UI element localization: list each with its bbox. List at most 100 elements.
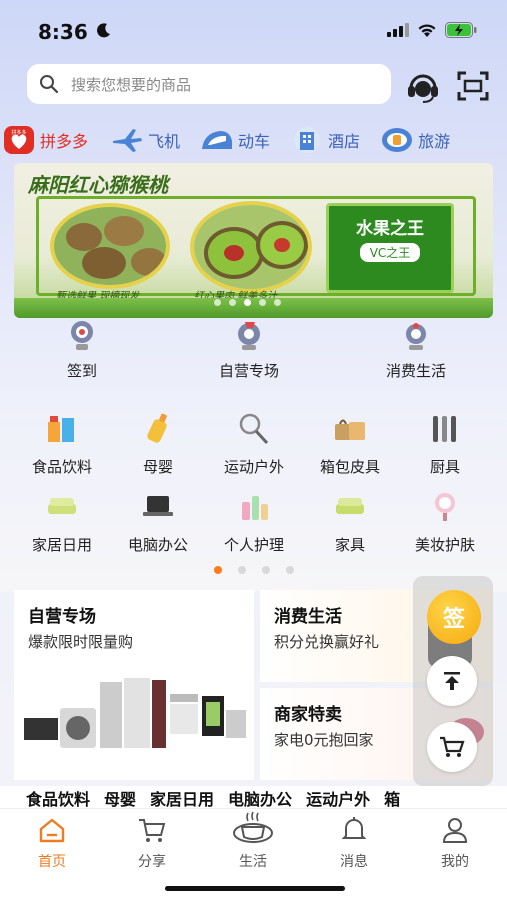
feature-label: 消费生活 bbox=[385, 362, 446, 380]
feature-row: 签到 自营专场 消费生活 bbox=[0, 318, 507, 390]
promo-self-operated[interactable]: 自营专场 爆款限时限量购 bbox=[14, 590, 254, 780]
scan-icon[interactable] bbox=[455, 68, 491, 104]
battery-charging-icon bbox=[445, 22, 477, 38]
category-label: 母婴 bbox=[142, 458, 173, 476]
banner-badge: 水果之王 VC之王 bbox=[326, 203, 454, 293]
category-kitchen[interactable]: 厨具 bbox=[397, 412, 493, 477]
personal-care-icon bbox=[242, 496, 268, 520]
food-drink-icon bbox=[48, 416, 74, 442]
feature-self-operated[interactable]: 自营专场 bbox=[189, 318, 309, 381]
moon-icon bbox=[97, 23, 110, 38]
mirror-icon bbox=[435, 493, 455, 521]
search-row: 搜索您想要的商品 bbox=[0, 64, 507, 106]
floating-action-panel: 签 bbox=[413, 576, 493, 786]
airplane-icon bbox=[110, 125, 144, 155]
category-label: 家具 bbox=[334, 536, 365, 554]
quick-link-travel[interactable]: 旅游 bbox=[380, 120, 450, 160]
quick-link-label: 拼多多 bbox=[40, 132, 89, 151]
banner-title: 麻阳红心猕猴桃 bbox=[28, 173, 168, 197]
cart-float-button[interactable] bbox=[427, 722, 477, 772]
quick-links: 拼多多 拼多多 飞机 动车 酒店 旅游 bbox=[0, 118, 507, 162]
customer-service-icon[interactable] bbox=[405, 68, 441, 104]
feature-consumer-life[interactable]: 消费生活 bbox=[356, 318, 476, 381]
promo-banner[interactable]: 麻阳红心猕猴桃 水果之王 VC之王 甄选鲜果 现摘现发 红心果肉 鲜美多汁 bbox=[14, 163, 493, 318]
tab-profile[interactable]: 我的 bbox=[415, 815, 495, 871]
cart-icon bbox=[440, 736, 465, 757]
category-computer[interactable]: 电脑办公 bbox=[110, 490, 206, 555]
quick-link-train[interactable]: 动车 bbox=[200, 120, 270, 160]
tab-home[interactable]: 首页 bbox=[12, 815, 92, 871]
quick-link-flight[interactable]: 飞机 bbox=[110, 120, 180, 160]
category-sports[interactable]: 运动户外 bbox=[206, 412, 302, 477]
tab-share[interactable]: 分享 bbox=[112, 815, 192, 871]
appliances-image bbox=[24, 678, 246, 748]
category-pagination bbox=[214, 566, 294, 574]
signal-icon bbox=[387, 23, 409, 37]
hotel-icon bbox=[290, 125, 324, 155]
category-label: 个人护理 bbox=[223, 536, 284, 554]
category-personal-care[interactable]: 个人护理 bbox=[206, 490, 302, 555]
quick-link-pinduoduo[interactable]: 拼多多 拼多多 bbox=[2, 120, 88, 160]
banner-pagination bbox=[214, 299, 281, 306]
feature-label: 自营专场 bbox=[218, 362, 279, 380]
promo-title: 消费生活 bbox=[274, 607, 342, 627]
tab-label: 我的 bbox=[441, 854, 469, 870]
self-operated-icon bbox=[238, 322, 260, 350]
category-bags[interactable]: 箱包皮具 bbox=[302, 412, 398, 477]
arrow-up-icon bbox=[444, 672, 460, 690]
category-label: 箱包皮具 bbox=[319, 458, 380, 476]
category-label: 厨具 bbox=[429, 458, 460, 476]
wifi-icon bbox=[418, 23, 436, 37]
promo-title: 商家特卖 bbox=[274, 705, 342, 725]
category-food-drink[interactable]: 食品饮料 bbox=[14, 412, 110, 477]
search-placeholder: 搜索您想要的商品 bbox=[71, 75, 192, 94]
kiwi-sliced-image bbox=[190, 201, 312, 293]
category-home[interactable]: 家居日用 bbox=[14, 490, 110, 555]
pinduoduo-logo-icon: 拼多多 bbox=[2, 125, 36, 155]
bullet-train-icon bbox=[200, 125, 234, 155]
baby-bottle-icon bbox=[147, 413, 167, 443]
couch-icon bbox=[336, 498, 364, 514]
tab-label: 消息 bbox=[340, 854, 368, 870]
category-grid: 食品饮料 母婴 运动户外 箱包皮具 厨具 家居日用 电脑办公 个人护理 家具 美… bbox=[0, 392, 507, 592]
quick-link-label: 动车 bbox=[238, 132, 271, 151]
promo-title: 自营专场 bbox=[28, 607, 96, 627]
tab-messages[interactable]: 消息 bbox=[314, 815, 394, 871]
category-label: 食品饮料 bbox=[31, 458, 92, 476]
category-label: 美妆护肤 bbox=[414, 536, 475, 554]
category-label: 运动户外 bbox=[223, 458, 284, 476]
quick-link-label: 酒店 bbox=[328, 132, 361, 151]
tab-label: 生活 bbox=[239, 854, 267, 870]
category-furniture[interactable]: 家具 bbox=[302, 490, 398, 555]
tab-life[interactable]: 生活 bbox=[213, 809, 293, 871]
category-label: 家居日用 bbox=[31, 536, 92, 554]
sofa-icon bbox=[48, 498, 76, 514]
sign-in-icon bbox=[71, 321, 93, 350]
back-to-top-button[interactable] bbox=[427, 656, 477, 706]
search-icon bbox=[40, 75, 59, 94]
shopping-cart-icon bbox=[139, 819, 166, 842]
travel-icon bbox=[380, 125, 414, 155]
kitchen-utensils-icon bbox=[433, 416, 456, 442]
banner-badge-sub: VC之王 bbox=[359, 243, 421, 262]
consumer-life-icon bbox=[406, 323, 426, 350]
home-icon bbox=[39, 818, 65, 843]
search-input[interactable]: 搜索您想要的商品 bbox=[27, 64, 391, 104]
status-time: 8:36 bbox=[38, 20, 88, 44]
category-beauty[interactable]: 美妆护肤 bbox=[397, 490, 493, 555]
coffee-cup-icon bbox=[233, 811, 273, 843]
svg-text:拼多多: 拼多多 bbox=[11, 129, 26, 136]
category-baby[interactable]: 母婴 bbox=[110, 412, 206, 477]
kiwi-image bbox=[50, 203, 170, 289]
feature-sign-in[interactable]: 签到 bbox=[22, 318, 142, 381]
category-label: 电脑办公 bbox=[127, 536, 188, 554]
bell-icon bbox=[341, 817, 367, 839]
promo-subtitle: 家电0元抱回家 bbox=[274, 731, 374, 749]
quick-link-hotel[interactable]: 酒店 bbox=[290, 120, 360, 160]
promo-subtitle: 爆款限时限量购 bbox=[28, 633, 134, 651]
quick-link-label: 飞机 bbox=[148, 132, 181, 151]
home-indicator bbox=[165, 886, 345, 891]
feature-label: 签到 bbox=[66, 362, 97, 380]
sign-in-float-button[interactable]: 签 bbox=[427, 590, 481, 644]
quick-link-label: 旅游 bbox=[418, 132, 451, 151]
